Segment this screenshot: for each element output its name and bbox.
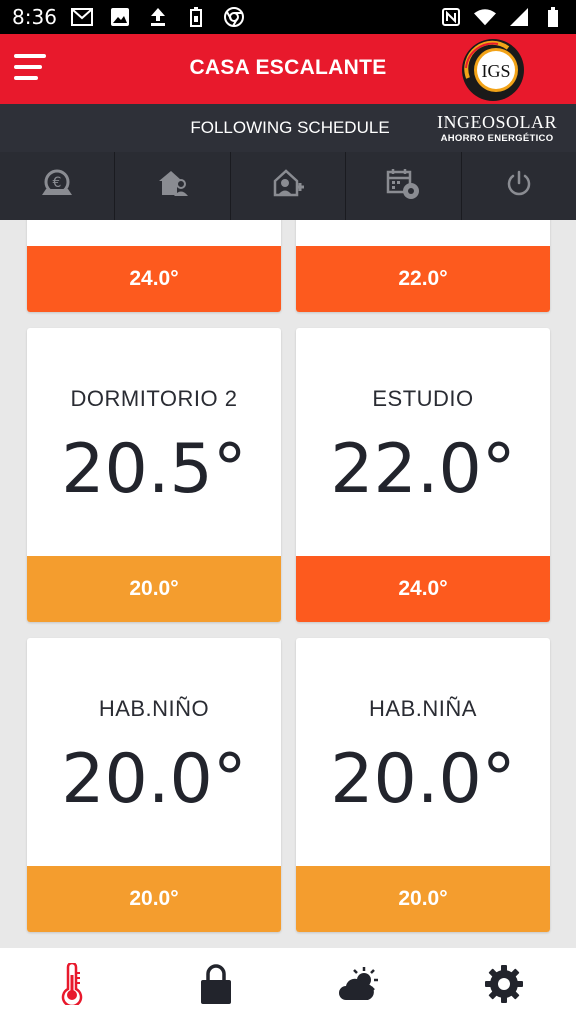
brand-tagline: AHORRO ENERGÉTICO: [440, 133, 554, 144]
home-user-icon: [157, 169, 189, 204]
zone-name: ESTUDIO: [372, 386, 474, 411]
schedule-status: FOLLOWING SCHEDULE: [190, 118, 390, 137]
zone-card[interactable]: DORMITORIO 2 20.5° 20.0°: [27, 328, 281, 622]
power-icon: [505, 170, 533, 203]
zone-current-temperature: 22.0°: [330, 430, 516, 509]
zone-current-temperature: 20.5°: [61, 430, 247, 509]
euro-savings-icon: €: [40, 169, 74, 204]
schedule-settings-icon: [386, 168, 420, 205]
toolbar-power-button[interactable]: [462, 152, 576, 220]
igs-logo: IGS: [458, 38, 528, 102]
settings-gear-icon: [484, 964, 524, 1009]
gmail-icon: [70, 6, 93, 28]
toolbar-home-user-add-button[interactable]: [231, 152, 347, 220]
weather-icon: [338, 966, 382, 1007]
status-bar: 8:36: [0, 0, 576, 34]
zone-setpoint[interactable]: 22.0°: [296, 246, 550, 312]
signal-icon: [508, 6, 530, 28]
app-bar: CASA ESCALANTE IGS: [0, 34, 576, 104]
schedule-bar: FOLLOWING SCHEDULE INGEOSOLAR AHORRO ENE…: [0, 104, 576, 152]
zone-name: DORMITORIO 2: [70, 386, 238, 411]
svg-text:€: €: [53, 175, 62, 191]
battery-icon: [542, 6, 564, 28]
toolbar-schedule-settings-button[interactable]: [346, 152, 462, 220]
nav-thermostat-tab[interactable]: [0, 948, 144, 1024]
toolbar: €: [0, 152, 576, 220]
toolbar-home-user-button[interactable]: [115, 152, 231, 220]
zone-setpoint[interactable]: 24.0°: [27, 246, 281, 312]
zone-setpoint[interactable]: 24.0°: [296, 556, 550, 622]
nav-weather-tab[interactable]: [288, 948, 432, 1024]
zone-card[interactable]: ESTUDIO 22.0° 24.0°: [296, 328, 550, 622]
zone-name: HAB.NIÑA: [369, 696, 477, 721]
lock-icon: [200, 963, 232, 1010]
zone-card[interactable]: 24.0°: [27, 220, 281, 312]
upload-icon: [147, 6, 169, 28]
nav-lock-tab[interactable]: [144, 948, 288, 1024]
bottom-nav: [0, 948, 576, 1024]
zone-setpoint[interactable]: 20.0°: [27, 866, 281, 932]
toolbar-savings-button[interactable]: €: [0, 152, 116, 220]
zone-card[interactable]: 22.0°: [296, 220, 550, 312]
brand-name: INGEOSOLAR: [437, 112, 557, 132]
zone-card[interactable]: HAB.NIÑA 20.0° 20.0°: [296, 638, 550, 932]
chrome-icon: [223, 6, 245, 28]
zone-setpoint[interactable]: 20.0°: [296, 866, 550, 932]
home-user-add-icon: [272, 168, 305, 204]
zone-grid: 24.0° 22.0° DORMITORIO 2 20.5° 20.0° EST…: [0, 220, 576, 948]
battery-saver-icon: [185, 6, 207, 28]
zone-name: HAB.NIÑO: [98, 696, 210, 721]
zone-card[interactable]: HAB.NIÑO 20.0° 20.0°: [27, 638, 281, 932]
nfc-icon: [440, 6, 462, 28]
zone-setpoint[interactable]: 20.0°: [27, 556, 281, 622]
thermometer-icon: [59, 961, 85, 1010]
zone-current-temperature: 20.0°: [330, 740, 516, 819]
image-icon: [109, 6, 131, 28]
status-time: 8:36: [12, 5, 57, 29]
wifi-icon: [474, 6, 496, 28]
logo-text: IGS: [481, 61, 510, 81]
nav-settings-tab[interactable]: [432, 948, 576, 1024]
zone-current-temperature: 20.0°: [61, 740, 247, 819]
